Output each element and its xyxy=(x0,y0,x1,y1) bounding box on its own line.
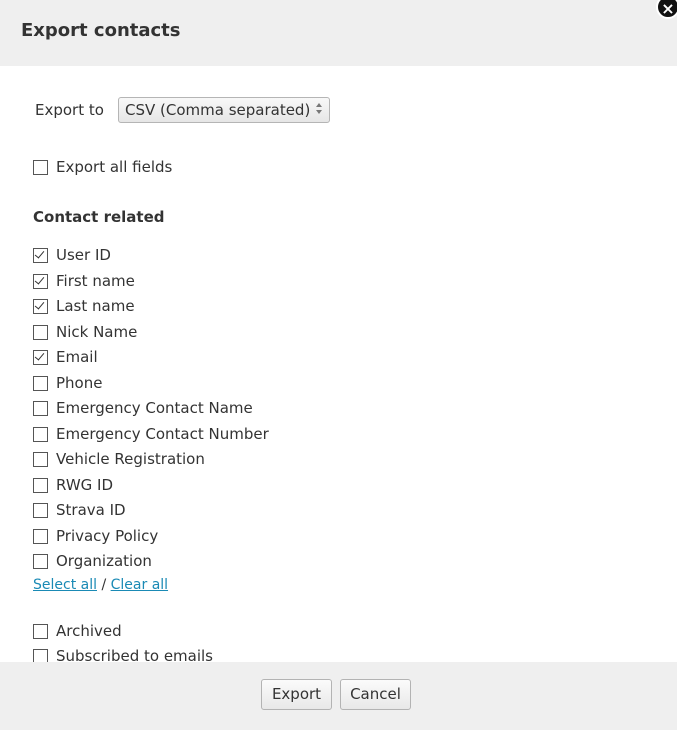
field-label: Strava ID xyxy=(56,501,126,519)
field-label: Organization xyxy=(56,552,152,570)
field-checkbox[interactable] xyxy=(33,502,48,518)
export-format-select[interactable]: CSV (Comma separated) xyxy=(118,97,330,123)
export-all-fields-label: Export all fields xyxy=(56,158,173,176)
field-option-archived[interactable]: Archived xyxy=(33,621,122,641)
field-option-nick-name[interactable]: Nick Name xyxy=(33,322,137,342)
field-label: User ID xyxy=(56,246,111,264)
field-option-last-name[interactable]: Last name xyxy=(33,296,135,316)
field-label: Subscribed to emails xyxy=(56,647,213,662)
field-checkbox[interactable] xyxy=(33,298,48,314)
field-option-email[interactable]: Email xyxy=(33,347,98,367)
select-all-link[interactable]: Select all xyxy=(33,577,97,593)
field-option-user-id[interactable]: User ID xyxy=(33,245,111,265)
field-option-phone[interactable]: Phone xyxy=(33,373,102,393)
field-option-rwg-id[interactable]: RWG ID xyxy=(33,475,113,495)
dialog-header: Export contacts xyxy=(0,0,677,66)
field-checkbox[interactable] xyxy=(33,648,48,662)
field-label: Privacy Policy xyxy=(56,527,159,545)
field-checkbox[interactable] xyxy=(33,553,48,569)
field-label: Vehicle Registration xyxy=(56,450,205,468)
field-label: First name xyxy=(56,272,135,290)
export-to-label: Export to xyxy=(35,101,104,119)
field-option-emergency-contact-name[interactable]: Emergency Contact Name xyxy=(33,398,253,418)
field-option-vehicle-registration[interactable]: Vehicle Registration xyxy=(33,449,205,469)
export-button[interactable]: Export xyxy=(261,679,332,710)
export-contacts-dialog: Export contacts × Export to CSV (Comma s… xyxy=(0,0,677,730)
clear-all-link[interactable]: Clear all xyxy=(111,577,168,593)
cancel-button[interactable]: Cancel xyxy=(340,679,411,710)
field-label: Phone xyxy=(56,374,103,392)
field-label: Last name xyxy=(56,297,135,315)
field-checkbox[interactable] xyxy=(33,349,48,365)
dialog-title: Export contacts xyxy=(21,20,181,41)
export-all-fields-checkbox[interactable] xyxy=(33,159,48,175)
field-checkbox[interactable] xyxy=(33,451,48,467)
field-checkbox[interactable] xyxy=(33,324,48,340)
select-clear-links: Select all / Clear all xyxy=(33,577,168,593)
links-separator: / xyxy=(101,577,107,593)
field-checkbox[interactable] xyxy=(33,528,48,544)
field-label: Email xyxy=(56,348,98,366)
field-option-privacy-policy[interactable]: Privacy Policy xyxy=(33,526,158,546)
field-label: RWG ID xyxy=(56,476,114,494)
select-arrows-icon xyxy=(315,102,323,116)
field-checkbox[interactable] xyxy=(33,426,48,442)
field-label: Emergency Contact Name xyxy=(56,399,253,417)
field-checkbox[interactable] xyxy=(33,623,48,639)
field-checkbox[interactable] xyxy=(33,247,48,263)
field-label: Archived xyxy=(56,622,122,640)
field-label: Emergency Contact Number xyxy=(56,425,269,443)
field-option-organization[interactable]: Organization xyxy=(33,551,152,571)
field-checkbox[interactable] xyxy=(33,400,48,416)
field-option-first-name[interactable]: First name xyxy=(33,271,135,291)
contact-related-heading: Contact related xyxy=(33,208,165,226)
field-checkbox[interactable] xyxy=(33,273,48,289)
dialog-body: Export to CSV (Comma separated) Export a… xyxy=(0,66,677,662)
export-all-fields-option[interactable]: Export all fields xyxy=(33,157,172,177)
field-option-emergency-contact-number[interactable]: Emergency Contact Number xyxy=(33,424,269,444)
field-option-subscribed-to-emails[interactable]: Subscribed to emails xyxy=(33,646,213,662)
field-option-strava-id[interactable]: Strava ID xyxy=(33,500,126,520)
export-format-value: CSV (Comma separated) xyxy=(125,101,311,119)
field-checkbox[interactable] xyxy=(33,375,48,391)
field-checkbox[interactable] xyxy=(33,477,48,493)
field-label: Nick Name xyxy=(56,323,138,341)
dialog-footer: Export Cancel xyxy=(0,662,677,730)
